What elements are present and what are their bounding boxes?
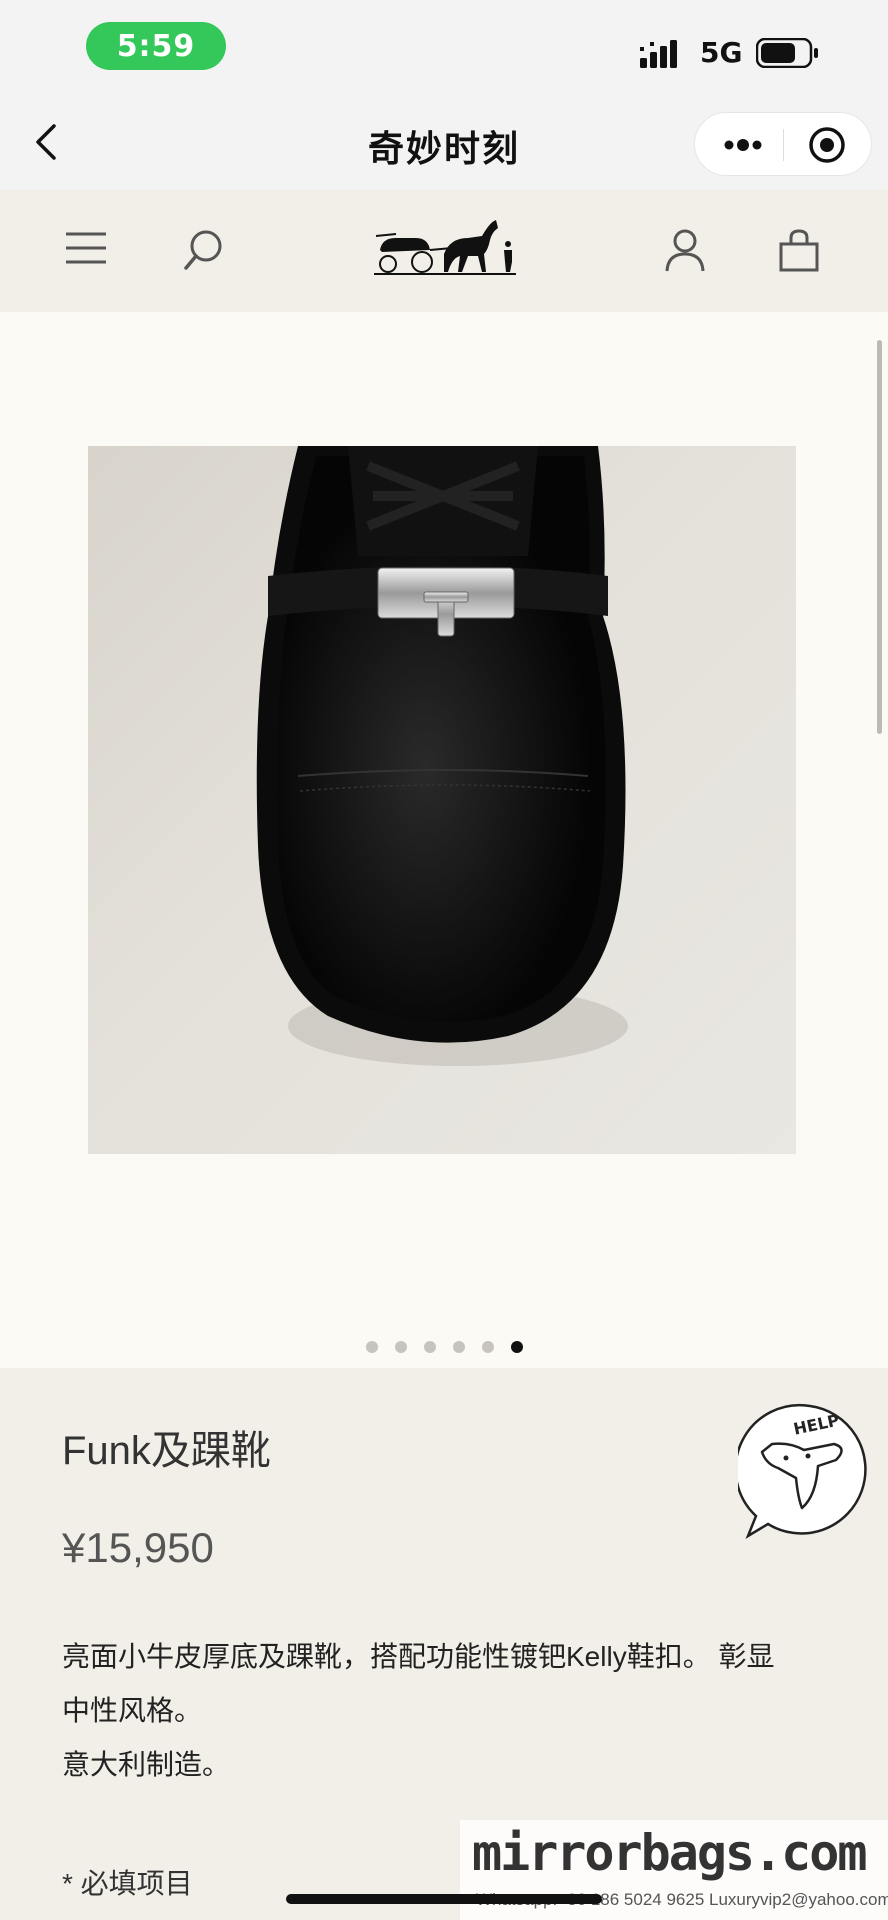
description-line: 中性风格。 xyxy=(62,1695,203,1726)
account-icon[interactable] xyxy=(664,228,706,272)
product-price: ¥15,950 xyxy=(62,1524,214,1571)
signal-icon xyxy=(640,40,677,68)
product-image[interactable] xyxy=(88,446,796,1154)
network-type: 5G xyxy=(700,36,743,69)
carriage-logo[interactable] xyxy=(372,214,518,278)
product-description: 亮面小牛皮厚底及踝靴，搭配功能性镀钯Kelly鞋扣。 彰显 中性风格。 意大利制… xyxy=(62,1630,842,1792)
status-bar: 5:59 5G xyxy=(0,0,888,96)
slide-dot[interactable] xyxy=(423,1341,436,1353)
miniapp-capsule xyxy=(694,112,872,176)
status-time: 5:59 xyxy=(86,22,226,70)
battery-icon xyxy=(756,38,818,68)
more-icon[interactable] xyxy=(717,129,773,161)
site-header xyxy=(0,190,888,312)
close-icon[interactable] xyxy=(807,125,847,165)
slide-dot[interactable] xyxy=(452,1341,465,1353)
search-icon[interactable] xyxy=(182,228,224,272)
description-line: 意大利制造。 xyxy=(62,1749,231,1780)
capsule-divider xyxy=(783,129,784,161)
slide-indicator xyxy=(0,1341,888,1353)
menu-icon[interactable] xyxy=(64,228,108,268)
slide-dot[interactable] xyxy=(481,1341,494,1353)
product-name: Funk及踝靴 xyxy=(62,1429,271,1473)
scrollbar[interactable] xyxy=(877,340,882,734)
description-line: 亮面小牛皮厚底及踝靴，搭配功能性镀钯Kelly鞋扣。 彰显 xyxy=(62,1641,775,1672)
boot-illustration xyxy=(256,446,628,1066)
slide-dot[interactable] xyxy=(394,1341,407,1353)
bag-icon[interactable] xyxy=(778,228,820,272)
slide-dot-active[interactable] xyxy=(510,1341,523,1353)
watermark-brand: mirrorbags.com xyxy=(472,1824,867,1882)
product-gallery[interactable] xyxy=(0,312,888,1368)
required-note: * 必填项目 xyxy=(62,1868,193,1899)
slide-dot[interactable] xyxy=(365,1341,378,1353)
help-button[interactable]: HELP xyxy=(738,1400,882,1544)
home-indicator[interactable] xyxy=(286,1894,602,1904)
watermark: mirrorbags.com Whatsapp:+86 186 5024 962… xyxy=(460,1820,888,1920)
miniapp-nav-bar: 奇妙时刻 xyxy=(0,96,888,190)
